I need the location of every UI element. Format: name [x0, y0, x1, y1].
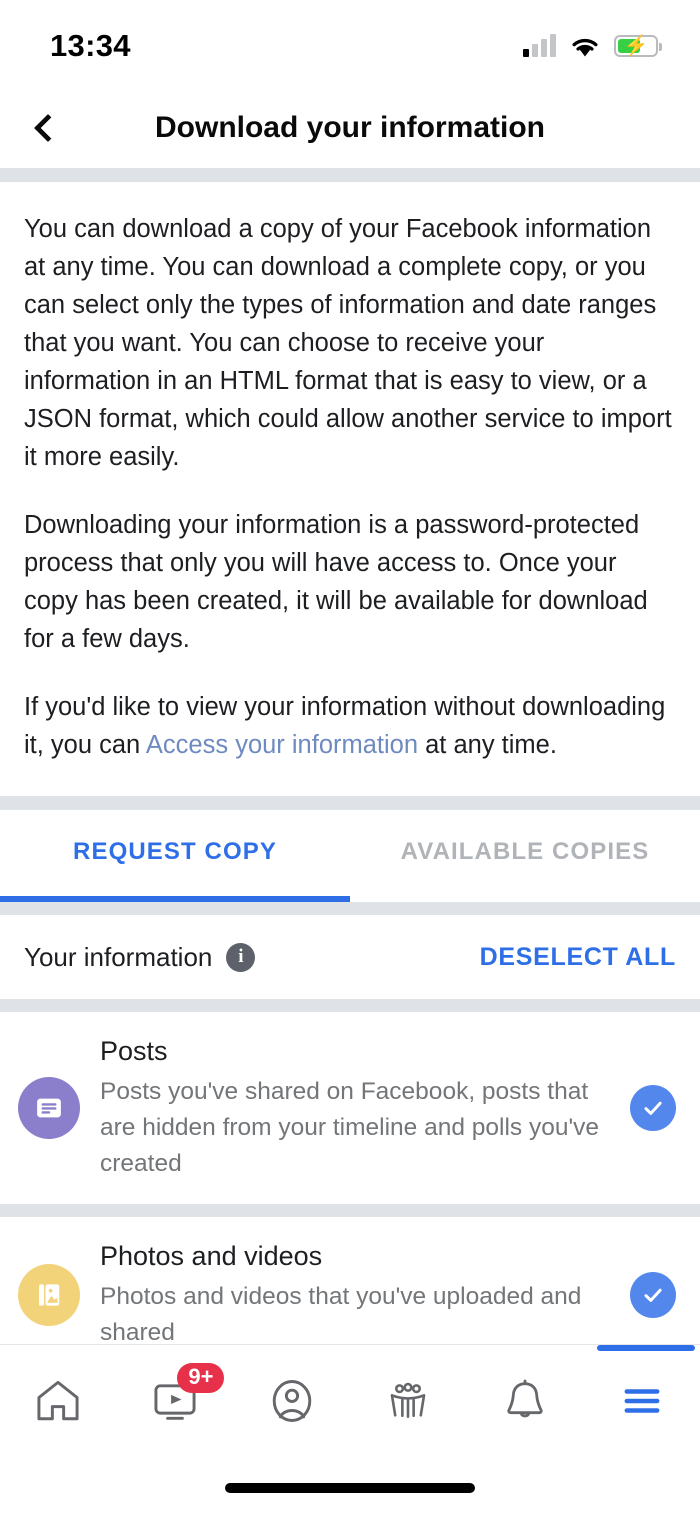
checkbox-selected[interactable] — [630, 1272, 676, 1318]
back-button[interactable] — [0, 88, 90, 168]
wifi-icon — [572, 38, 598, 56]
intro-paragraph-3: If you'd like to view your information w… — [24, 688, 676, 764]
nav-item-groups[interactable] — [350, 1345, 467, 1457]
deselect-all-button[interactable]: DESELECT ALL — [480, 943, 676, 972]
section-header-left: Your information i — [24, 941, 256, 973]
battery-charging-icon: ⚡ — [614, 35, 662, 57]
intro-p3-after: at any time. — [418, 731, 557, 759]
nav-item-notifications[interactable] — [467, 1345, 584, 1457]
nav-item-menu[interactable] — [583, 1345, 700, 1457]
info-icon[interactable]: i — [226, 942, 256, 972]
nav-item-profile[interactable] — [233, 1345, 350, 1457]
section-header-your-information: Your information i DESELECT ALL — [0, 915, 700, 999]
list-item-title: Photos and videos — [100, 1241, 323, 1271]
list-item-title: Posts — [100, 1036, 168, 1066]
status-indicators: ⚡ — [523, 34, 662, 58]
tab-bar: REQUEST COPY AVAILABLE COPIES — [0, 810, 700, 902]
separator-below-tabs — [0, 902, 700, 915]
list-item-description: Photos and videos that you've uploaded a… — [100, 1283, 582, 1346]
photos-videos-icon — [18, 1264, 80, 1326]
nav-item-watch[interactable]: 9+ — [117, 1345, 234, 1457]
checkbox-selected[interactable] — [630, 1085, 676, 1131]
separator-above-list — [0, 999, 700, 1012]
access-your-information-link[interactable]: Access your information — [146, 731, 418, 759]
tab-active-indicator — [0, 896, 350, 902]
status-bar: 13:34 ⚡ — [0, 0, 700, 88]
title-bar: Download your information — [0, 88, 700, 168]
cellular-signal-icon — [523, 34, 556, 57]
separator-row-1 — [0, 1204, 700, 1217]
groups-icon — [391, 1382, 426, 1418]
section-title: Your information — [24, 941, 213, 972]
list-item-body: Posts Posts you've shared on Facebook, p… — [100, 1034, 630, 1182]
status-time: 13:34 — [50, 28, 131, 63]
bottom-area: 9+ — [0, 1344, 700, 1515]
intro-paragraph-2: Downloading your information is a passwo… — [24, 511, 648, 653]
separator-top — [0, 168, 700, 182]
notifications-bell-icon — [507, 1379, 543, 1418]
profile-icon — [272, 1380, 311, 1422]
posts-icon — [18, 1077, 80, 1139]
phone-screen: 13:34 ⚡ Download your information You ca… — [0, 0, 700, 1515]
intro-text-block: You can download a copy of your Facebook… — [0, 182, 700, 796]
notification-badge: 9+ — [177, 1363, 225, 1393]
list-item-description: Posts you've shared on Facebook, posts t… — [100, 1078, 600, 1177]
list-item-body: Photos and videos Photos and videos that… — [100, 1239, 630, 1351]
tab-request-copy[interactable]: REQUEST COPY — [0, 810, 350, 902]
bottom-navigation-bar: 9+ — [0, 1345, 700, 1457]
intro-paragraph-1: You can download a copy of your Facebook… — [24, 215, 672, 471]
menu-hamburger-icon — [624, 1389, 660, 1413]
nav-item-home[interactable] — [0, 1345, 117, 1457]
list-item[interactable]: Posts Posts you've shared on Facebook, p… — [0, 1012, 700, 1204]
home-icon — [37, 1380, 79, 1421]
page-title: Download your information — [155, 111, 545, 144]
home-indicator — [225, 1483, 475, 1493]
tab-available-copies[interactable]: AVAILABLE COPIES — [350, 810, 700, 902]
separator-above-tabs — [0, 796, 700, 810]
back-chevron-icon — [33, 113, 63, 143]
